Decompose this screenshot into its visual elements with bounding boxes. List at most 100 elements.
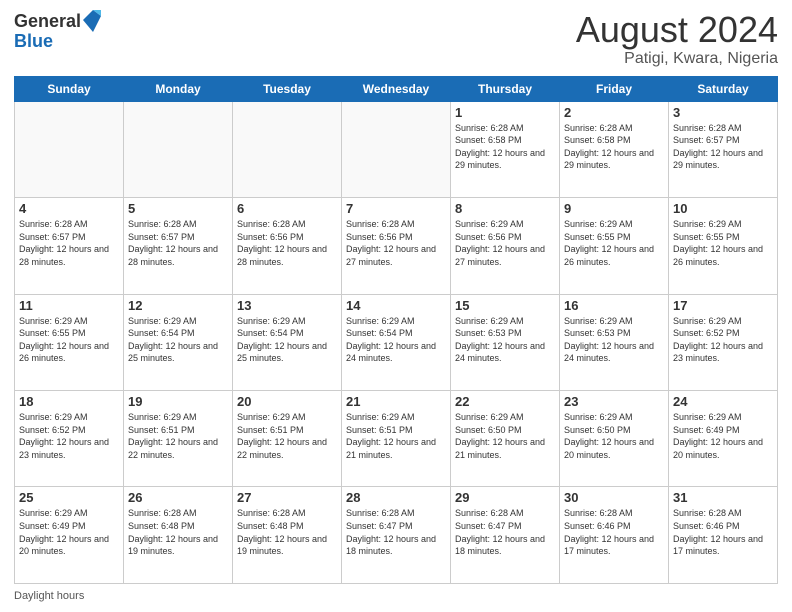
table-row: 11Sunrise: 6:29 AM Sunset: 6:55 PM Dayli…	[15, 294, 124, 390]
day-number: 4	[19, 201, 119, 216]
day-info: Sunrise: 6:28 AM Sunset: 6:47 PM Dayligh…	[346, 507, 446, 557]
day-number: 10	[673, 201, 773, 216]
table-row: 7Sunrise: 6:28 AM Sunset: 6:56 PM Daylig…	[342, 198, 451, 294]
table-row: 9 Sunrise: 6:29 AM Sunset: 6:55 PM Daylig…	[560, 198, 669, 294]
table-row: 26Sunrise: 6:28 AM Sunset: 6:48 PM Dayli…	[124, 487, 233, 584]
footer-text: Daylight hours	[14, 590, 84, 602]
table-row: 21 Sunrise: 6:29 AM Sunset: 6:51 PM Dayli…	[342, 391, 451, 487]
col-friday: Friday	[560, 76, 669, 101]
day-info: Sunrise: 6:28 AM Sunset: 6:46 PM Dayligh…	[564, 507, 664, 557]
day-info: Sunrise: 6:29 AM Sunset: 6:53 PM Dayligh…	[455, 315, 555, 365]
table-row: 15 Sunrise: 6:29 AM Sunset: 6:53 PM Dayli…	[451, 294, 560, 390]
day-number: 27	[237, 490, 337, 505]
day-info: Sunrise: 6:29 AM Sunset: 6:54 PM Dayligh…	[237, 315, 337, 365]
table-row: 18 Sunrise: 6:29 AM Sunset: 6:52 PM Dayli…	[15, 391, 124, 487]
day-number: 2	[564, 105, 664, 120]
table-row: 8 Sunrise: 6:29 AM Sunset: 6:56 PM Daylig…	[451, 198, 560, 294]
table-row: 25 Sunrise: 6:29 AM Sunset: 6:49 PM Dayli…	[15, 487, 124, 584]
week-row-5: 25 Sunrise: 6:29 AM Sunset: 6:49 PM Dayli…	[15, 487, 778, 584]
day-number: 28	[346, 490, 446, 505]
day-info: Sunrise: 6:29 AM Sunset: 6:52 PM Dayligh…	[19, 411, 119, 461]
day-info: Sunrise: 6:28 AM Sunset: 6:56 PM Dayligh…	[346, 218, 446, 268]
week-row-4: 18 Sunrise: 6:29 AM Sunset: 6:52 PM Dayli…	[15, 391, 778, 487]
day-info: Sunrise: 6:28 AM Sunset: 6:46 PM Dayligh…	[673, 507, 773, 557]
day-info: Sunrise: 6:28 AM Sunset: 6:57 PM Dayligh…	[19, 218, 119, 268]
day-number: 6	[237, 201, 337, 216]
col-saturday: Saturday	[669, 76, 778, 101]
logo-bird-icon	[83, 10, 101, 32]
day-number: 5	[128, 201, 228, 216]
table-row: 2 Sunrise: 6:28 AM Sunset: 6:58 PM Daylig…	[560, 101, 669, 197]
col-tuesday: Tuesday	[233, 76, 342, 101]
day-number: 3	[673, 105, 773, 120]
day-info: Sunrise: 6:29 AM Sunset: 6:54 PM Dayligh…	[128, 315, 228, 365]
table-row: 10 Sunrise: 6:29 AM Sunset: 6:55 PM Dayli…	[669, 198, 778, 294]
day-info: Sunrise: 6:28 AM Sunset: 6:58 PM Dayligh…	[564, 122, 664, 172]
week-row-2: 4 Sunrise: 6:28 AM Sunset: 6:57 PM Daylig…	[15, 198, 778, 294]
day-info: Sunrise: 6:29 AM Sunset: 6:55 PM Dayligh…	[564, 218, 664, 268]
day-number: 20	[237, 394, 337, 409]
table-row: 19Sunrise: 6:29 AM Sunset: 6:51 PM Dayli…	[124, 391, 233, 487]
table-row: 22Sunrise: 6:29 AM Sunset: 6:50 PM Dayli…	[451, 391, 560, 487]
col-thursday: Thursday	[451, 76, 560, 101]
day-info: Sunrise: 6:29 AM Sunset: 6:52 PM Dayligh…	[673, 315, 773, 365]
table-row: 17 Sunrise: 6:29 AM Sunset: 6:52 PM Dayli…	[669, 294, 778, 390]
day-number: 11	[19, 298, 119, 313]
day-number: 9	[564, 201, 664, 216]
table-row: 29Sunrise: 6:28 AM Sunset: 6:47 PM Dayli…	[451, 487, 560, 584]
title-block: August 2024 Patigi, Kwara, Nigeria	[576, 10, 778, 68]
day-number: 8	[455, 201, 555, 216]
page: General Blue August 2024 Patigi, Kwara, …	[0, 0, 792, 612]
day-info: Sunrise: 6:29 AM Sunset: 6:51 PM Dayligh…	[237, 411, 337, 461]
logo-text-blue: Blue	[14, 32, 53, 50]
table-row	[233, 101, 342, 197]
day-info: Sunrise: 6:29 AM Sunset: 6:51 PM Dayligh…	[128, 411, 228, 461]
table-row: 1Sunrise: 6:28 AM Sunset: 6:58 PM Daylig…	[451, 101, 560, 197]
day-number: 31	[673, 490, 773, 505]
day-number: 25	[19, 490, 119, 505]
day-number: 13	[237, 298, 337, 313]
table-row: 14Sunrise: 6:29 AM Sunset: 6:54 PM Dayli…	[342, 294, 451, 390]
day-number: 23	[564, 394, 664, 409]
day-info: Sunrise: 6:29 AM Sunset: 6:54 PM Dayligh…	[346, 315, 446, 365]
day-info: Sunrise: 6:28 AM Sunset: 6:56 PM Dayligh…	[237, 218, 337, 268]
day-number: 15	[455, 298, 555, 313]
day-info: Sunrise: 6:28 AM Sunset: 6:48 PM Dayligh…	[237, 507, 337, 557]
footer: Daylight hours	[14, 590, 778, 602]
week-row-3: 11Sunrise: 6:29 AM Sunset: 6:55 PM Dayli…	[15, 294, 778, 390]
table-row: 4 Sunrise: 6:28 AM Sunset: 6:57 PM Daylig…	[15, 198, 124, 294]
day-number: 21	[346, 394, 446, 409]
day-info: Sunrise: 6:29 AM Sunset: 6:55 PM Dayligh…	[673, 218, 773, 268]
day-info: Sunrise: 6:29 AM Sunset: 6:49 PM Dayligh…	[19, 507, 119, 557]
table-row: 27 Sunrise: 6:28 AM Sunset: 6:48 PM Dayli…	[233, 487, 342, 584]
day-number: 17	[673, 298, 773, 313]
day-number: 16	[564, 298, 664, 313]
logo-text-general: General	[14, 12, 81, 30]
col-sunday: Sunday	[15, 76, 124, 101]
main-title: August 2024	[576, 10, 778, 50]
table-row: 6 Sunrise: 6:28 AM Sunset: 6:56 PM Daylig…	[233, 198, 342, 294]
table-row: 30 Sunrise: 6:28 AM Sunset: 6:46 PM Dayli…	[560, 487, 669, 584]
day-number: 22	[455, 394, 555, 409]
week-row-1: 1Sunrise: 6:28 AM Sunset: 6:58 PM Daylig…	[15, 101, 778, 197]
table-row: 31 Sunrise: 6:28 AM Sunset: 6:46 PM Dayli…	[669, 487, 778, 584]
day-number: 30	[564, 490, 664, 505]
table-row: 23 Sunrise: 6:29 AM Sunset: 6:50 PM Dayli…	[560, 391, 669, 487]
table-row: 24Sunrise: 6:29 AM Sunset: 6:49 PM Dayli…	[669, 391, 778, 487]
table-row: 16Sunrise: 6:29 AM Sunset: 6:53 PM Dayli…	[560, 294, 669, 390]
day-number: 29	[455, 490, 555, 505]
day-info: Sunrise: 6:29 AM Sunset: 6:50 PM Dayligh…	[564, 411, 664, 461]
logo: General Blue	[14, 10, 101, 50]
subtitle: Patigi, Kwara, Nigeria	[576, 50, 778, 68]
day-info: Sunrise: 6:29 AM Sunset: 6:56 PM Dayligh…	[455, 218, 555, 268]
table-row: 3Sunrise: 6:28 AM Sunset: 6:57 PM Daylig…	[669, 101, 778, 197]
calendar-table: Sunday Monday Tuesday Wednesday Thursday…	[14, 76, 778, 584]
col-wednesday: Wednesday	[342, 76, 451, 101]
day-info: Sunrise: 6:28 AM Sunset: 6:57 PM Dayligh…	[128, 218, 228, 268]
day-number: 18	[19, 394, 119, 409]
day-info: Sunrise: 6:29 AM Sunset: 6:51 PM Dayligh…	[346, 411, 446, 461]
table-row: 20 Sunrise: 6:29 AM Sunset: 6:51 PM Dayli…	[233, 391, 342, 487]
header: General Blue August 2024 Patigi, Kwara, …	[14, 10, 778, 68]
day-number: 26	[128, 490, 228, 505]
col-monday: Monday	[124, 76, 233, 101]
